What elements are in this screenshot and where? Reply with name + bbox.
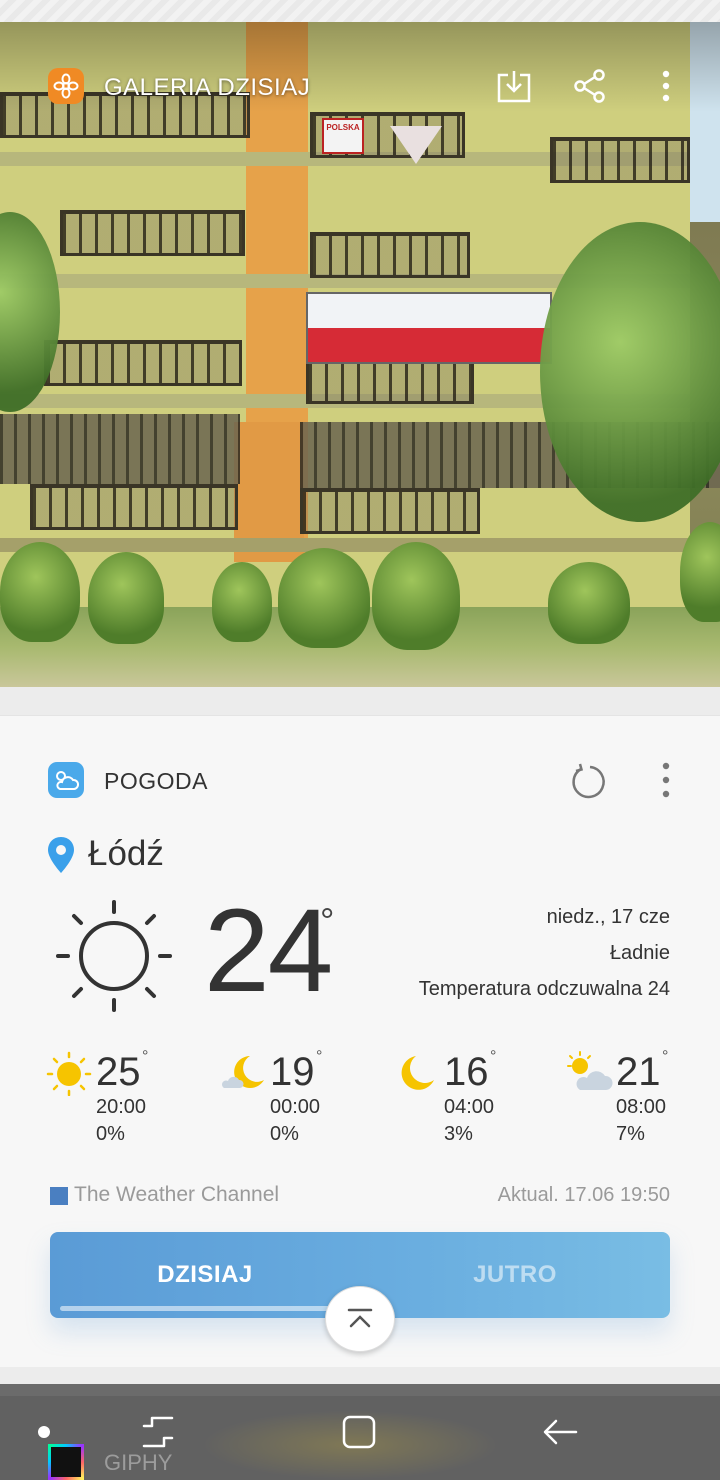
gallery-photo[interactable]: POLSKA <box>0 22 720 687</box>
hourly-forecast-item: 16 ° 04:00 3% <box>394 1048 554 1150</box>
polska-banner: POLSKA <box>322 118 364 154</box>
flower-icon[interactable] <box>48 68 84 104</box>
hourly-forecast-item: 21 ° 08:00 7% <box>566 1048 720 1150</box>
recent-apps-icon <box>142 1416 174 1448</box>
weather-app-icon <box>48 762 84 798</box>
balcony <box>550 137 690 183</box>
balcony <box>306 358 474 404</box>
hourly-precip: 3% <box>444 1123 473 1145</box>
balcony <box>310 232 470 278</box>
back-button[interactable] <box>534 1410 586 1454</box>
sun-icon <box>46 1050 92 1097</box>
home-icon <box>342 1415 376 1449</box>
status-bar <box>0 0 720 22</box>
hourly-precip: 0% <box>96 1123 125 1145</box>
hourly-degree: ° <box>662 1048 669 1065</box>
hourly-temp: 16 <box>444 1050 489 1094</box>
giphy-icon <box>48 1444 84 1480</box>
banner-text: POLSKA <box>326 123 360 132</box>
feels-like: Temperatura odczuwalna 24 <box>418 978 670 1000</box>
more-icon[interactable] <box>646 66 686 106</box>
bush <box>548 562 630 644</box>
hourly-degree: ° <box>316 1048 323 1065</box>
floor-band <box>0 538 690 552</box>
bush <box>0 542 80 642</box>
flag-red-stripe <box>308 328 550 362</box>
hourly-degree: ° <box>142 1048 149 1065</box>
recent-apps-button[interactable] <box>132 1410 184 1454</box>
home-button[interactable] <box>333 1410 385 1454</box>
window-grille <box>0 414 240 484</box>
balcony <box>44 340 242 386</box>
provider-link[interactable]: The Weather Channel <box>74 1183 279 1207</box>
weather-more-icon[interactable] <box>646 760 686 804</box>
current-degree-symbol: ° <box>320 900 335 941</box>
current-temperature: 24 <box>204 885 333 1017</box>
hourly-precip: 7% <box>616 1123 645 1145</box>
current-condition: Ładnie <box>609 942 670 964</box>
current-date: niedz., 17 cze <box>546 906 670 928</box>
chevron-up-icon <box>347 1308 373 1328</box>
location-name[interactable]: Łódź <box>88 834 164 874</box>
save-to-gallery-icon[interactable] <box>494 66 534 106</box>
hourly-forecast-item: 19 ° 00:00 0% <box>220 1048 380 1150</box>
hourly-precip: 0% <box>270 1123 299 1145</box>
tab-tomorrow[interactable]: JUTRO <box>360 1232 670 1318</box>
hourly-forecast-item: 25 ° 20:00 0% <box>46 1048 206 1150</box>
sun-cloud-icon <box>566 1050 613 1096</box>
flag-white-stripe <box>308 294 550 328</box>
hourly-time: 04:00 <box>444 1096 495 1118</box>
hourly-time: 00:00 <box>270 1096 321 1118</box>
hourly-time: 20:00 <box>96 1096 147 1118</box>
weather-channel-logo-icon <box>50 1187 68 1205</box>
polish-flag <box>306 292 552 364</box>
bush <box>278 548 370 648</box>
gallery-title: GALERIA DZISIAJ <box>104 74 311 101</box>
back-arrow-icon <box>543 1419 578 1445</box>
balcony <box>60 210 245 256</box>
last-updated: Aktual. 17.06 19:50 <box>497 1184 670 1206</box>
refresh-icon[interactable] <box>568 762 612 802</box>
weather-app-title: POGODA <box>104 768 208 794</box>
location-pin-icon <box>46 836 78 876</box>
hourly-temp: 19 <box>270 1050 315 1094</box>
hourly-degree: ° <box>490 1048 497 1065</box>
bush <box>212 562 272 642</box>
tab-indicator <box>60 1306 350 1311</box>
hourly-time: 08:00 <box>616 1096 667 1118</box>
hourly-temp: 25 <box>96 1050 141 1094</box>
bush <box>88 552 164 644</box>
hourly-temp: 21 <box>616 1050 661 1094</box>
balcony <box>300 488 480 534</box>
bush <box>372 542 460 650</box>
share-icon[interactable] <box>570 66 610 106</box>
nav-bar-dot[interactable] <box>38 1426 50 1438</box>
moon-cloud-icon <box>220 1050 266 1096</box>
pennant <box>390 126 442 164</box>
sun-icon <box>54 898 174 1018</box>
balcony <box>30 484 238 530</box>
moon-icon <box>394 1050 440 1096</box>
collapse-button[interactable] <box>325 1286 395 1352</box>
